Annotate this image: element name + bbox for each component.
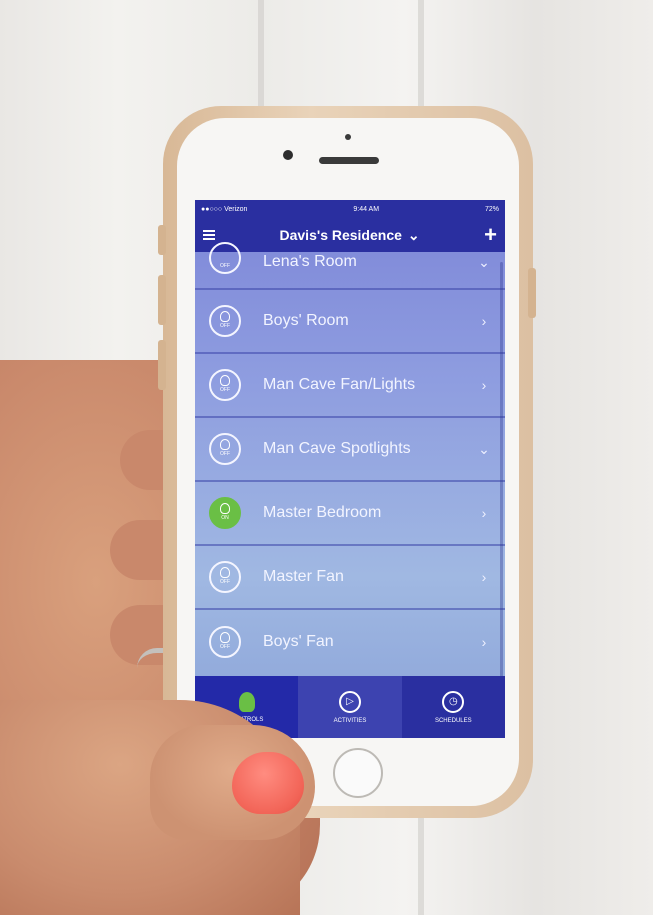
room-name: Master Fan bbox=[263, 568, 344, 585]
bulb-state: OFF bbox=[220, 451, 230, 457]
phone-side-button bbox=[158, 275, 166, 325]
app-screen: ●●○○○ Verizon 9:44 AM 72% Davis's Reside… bbox=[195, 200, 505, 738]
menu-icon[interactable] bbox=[203, 230, 215, 240]
chevron-right-icon: › bbox=[481, 634, 487, 650]
list-item[interactable]: OFF Master Fan › bbox=[195, 546, 505, 610]
play-icon: ▷ bbox=[338, 690, 361, 713]
battery-label: 72% bbox=[484, 205, 499, 213]
room-name: Master Bedroom bbox=[263, 504, 382, 521]
home-button[interactable] bbox=[333, 748, 383, 798]
bulb-icon[interactable]: OFF bbox=[209, 433, 241, 465]
bulb-icon[interactable]: OFF bbox=[209, 626, 241, 658]
phone-side-button bbox=[158, 340, 166, 390]
tab-label: SCHEDULES bbox=[434, 717, 472, 724]
room-name: Lena's Room bbox=[263, 253, 357, 270]
chevron-down-icon: ⌄ bbox=[407, 226, 420, 243]
room-list: OFF Lena's Room ⌄ OFF Boys' Room › OFF M… bbox=[195, 242, 505, 674]
tab-label: ACTIVITIES bbox=[333, 717, 367, 724]
earpiece bbox=[319, 157, 379, 164]
list-item[interactable]: OFF Man Cave Fan/Lights › bbox=[195, 354, 505, 418]
front-camera bbox=[283, 150, 293, 160]
bulb-icon bbox=[238, 691, 255, 712]
chevron-down-icon: ⌄ bbox=[478, 253, 490, 270]
bulb-state: OFF bbox=[220, 644, 230, 650]
bulb-state: OFF bbox=[220, 579, 230, 585]
residence-title: Davis's Residence bbox=[279, 227, 402, 243]
bulb-state: OFF bbox=[220, 263, 230, 269]
clock-label: 9:44 AM bbox=[353, 205, 380, 213]
bulb-icon[interactable]: OFF bbox=[209, 561, 241, 593]
bulb-state: OFF bbox=[220, 323, 230, 329]
phone-side-button bbox=[528, 268, 536, 318]
tab-activities[interactable]: ▷ ACTIVITIES bbox=[298, 676, 402, 738]
bulb-icon[interactable]: ON bbox=[209, 497, 241, 529]
tab-schedules[interactable]: ◷ SCHEDULES bbox=[402, 676, 505, 738]
list-item[interactable]: OFF Boys' Fan › bbox=[195, 610, 505, 674]
room-name: Boys' Fan bbox=[263, 633, 334, 650]
status-bar: ●●○○○ Verizon 9:44 AM 72% bbox=[195, 200, 505, 218]
chevron-right-icon: › bbox=[481, 377, 487, 393]
list-item[interactable]: ON Master Bedroom › bbox=[195, 482, 505, 546]
room-name: Boys' Room bbox=[263, 312, 349, 329]
nav-bar: Davis's Residence ⌄ + bbox=[195, 218, 505, 252]
chevron-right-icon: › bbox=[481, 505, 487, 521]
chevron-right-icon: › bbox=[481, 313, 487, 329]
room-name: Man Cave Spotlights bbox=[263, 440, 411, 457]
clock-icon: ◷ bbox=[442, 690, 465, 713]
residence-selector[interactable]: Davis's Residence ⌄ bbox=[280, 227, 420, 244]
list-item[interactable]: OFF Man Cave Spotlights ⌄ bbox=[195, 418, 505, 482]
chevron-right-icon: › bbox=[481, 569, 487, 585]
scrollbar[interactable] bbox=[500, 262, 503, 682]
room-name: Man Cave Fan/Lights bbox=[263, 376, 416, 393]
proximity-sensor bbox=[345, 134, 351, 140]
chevron-down-icon: ⌄ bbox=[478, 440, 490, 457]
bulb-state: OFF bbox=[220, 387, 230, 393]
bulb-icon[interactable]: OFF bbox=[209, 369, 241, 401]
phone-side-button bbox=[158, 225, 166, 255]
list-item[interactable]: OFF Lena's Room ⌄ bbox=[195, 242, 505, 290]
list-item[interactable]: OFF Boys' Room › bbox=[195, 290, 505, 354]
painted-nail bbox=[232, 752, 304, 814]
bulb-state: ON bbox=[221, 515, 229, 521]
add-button[interactable]: + bbox=[484, 224, 497, 246]
bulb-icon[interactable]: OFF bbox=[209, 242, 241, 274]
bulb-icon[interactable]: OFF bbox=[209, 305, 241, 337]
carrier-label: ●●○○○ Verizon bbox=[201, 205, 248, 213]
